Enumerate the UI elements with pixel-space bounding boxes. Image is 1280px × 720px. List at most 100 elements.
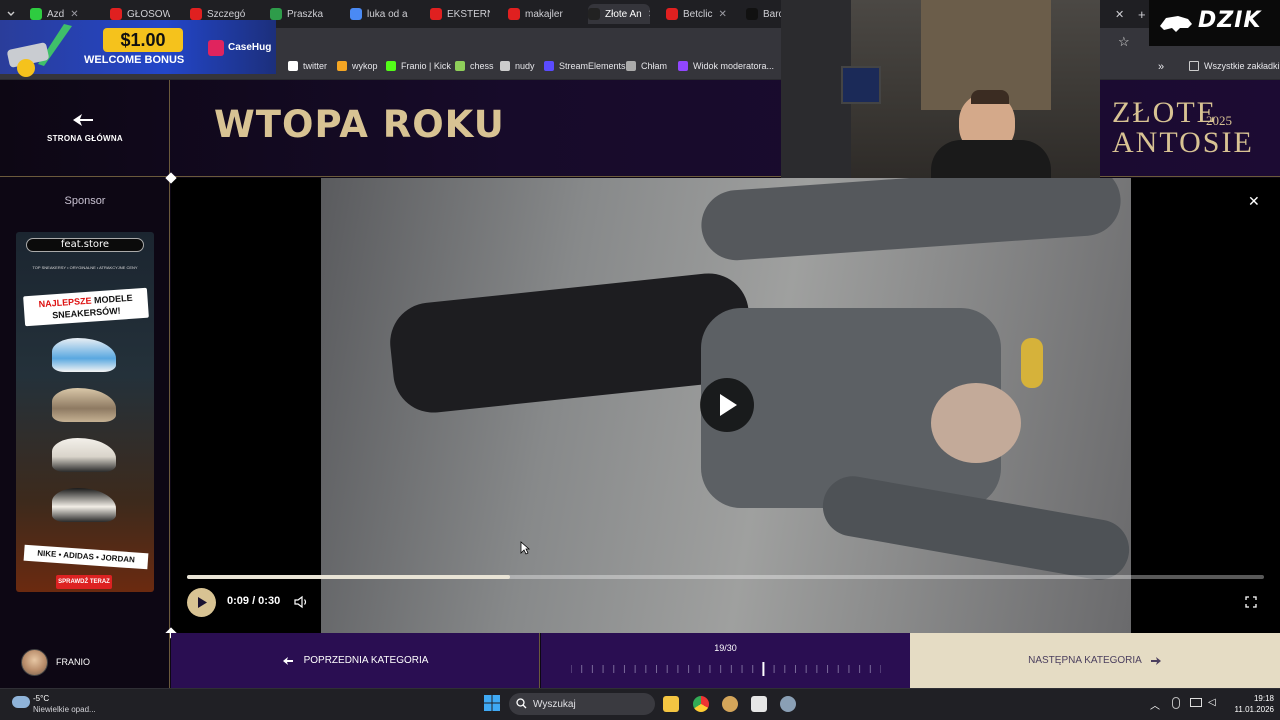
- all-bookmarks-button[interactable]: Wszystkie zakładki: [1189, 61, 1280, 71]
- tab-close-icon[interactable]: ✕: [70, 9, 78, 20]
- bookmark-item[interactable]: Widok moderatora...: [678, 61, 774, 71]
- previous-category-label: POPRZEDNIA KATEGORIA: [303, 655, 429, 666]
- weather-description[interactable]: Niewielkie opad...: [33, 705, 96, 714]
- bookmark-label: StreamElements: [559, 61, 626, 71]
- ad-headline: NAJLEPSZE MODELE SNEAKERSÓW!: [23, 287, 149, 327]
- tab-favicon-icon: [508, 8, 520, 20]
- tab-label: EKSTERN: [447, 8, 490, 20]
- tab-favicon-icon: [190, 8, 202, 20]
- tab-favicon-icon: [350, 8, 362, 20]
- globe-icon: [626, 61, 636, 71]
- time-display: 0:09 / 0:30: [227, 595, 281, 607]
- browser-tab[interactable]: makajler✕: [508, 4, 568, 24]
- chess-icon: [455, 61, 465, 71]
- play-button[interactable]: [187, 588, 216, 617]
- tab-favicon-icon: [746, 8, 758, 20]
- tab-close-icon[interactable]: ✕: [648, 9, 650, 20]
- kick-icon: [386, 61, 396, 71]
- tab-label: makajler: [525, 8, 563, 20]
- clock[interactable]: 19:18 11.01.2026: [1226, 693, 1274, 715]
- weather-cloud-icon[interactable]: [12, 696, 30, 708]
- browser-tab[interactable]: luka od a✕: [350, 4, 410, 24]
- video-progress-fill: [187, 575, 511, 579]
- bookmark-label: Chłam: [641, 61, 668, 71]
- bookmark-item[interactable]: twitter: [288, 61, 327, 71]
- browser-tab[interactable]: Barca: [746, 4, 786, 24]
- browser-tab[interactable]: Betclic ✕: [666, 4, 726, 24]
- sponsor-ad-banner[interactable]: feat.store TOP SNEAKERSY • ORYGINALNE • …: [16, 232, 154, 592]
- play-overlay-button[interactable]: [700, 378, 754, 432]
- avatar: [21, 649, 48, 676]
- close-tab-icon[interactable]: ✕: [1115, 4, 1127, 24]
- bookmark-label: nudy: [515, 61, 535, 71]
- knife-icon: [7, 24, 72, 77]
- weather-temperature[interactable]: -5°C: [33, 694, 49, 703]
- play-icon: [198, 597, 207, 608]
- clock-time: 19:18: [1253, 694, 1274, 703]
- close-icon[interactable]: ✕: [1248, 193, 1260, 210]
- app-icon-2[interactable]: [751, 696, 767, 712]
- previous-category-button[interactable]: POPRZEDNIA KATEGORIA: [171, 633, 540, 688]
- home-label[interactable]: STRONA GŁÓWNA: [0, 134, 170, 143]
- play-icon: [720, 394, 737, 416]
- app-icon[interactable]: [722, 696, 738, 712]
- logo-line1: ZŁOTE: [1112, 96, 1217, 129]
- network-icon[interactable]: [1190, 698, 1202, 707]
- video-yellow-object: [1021, 338, 1043, 388]
- tab-favicon-icon: [430, 8, 442, 20]
- shoe-image-beige: [52, 388, 116, 422]
- speaker-icon[interactable]: ◁: [1208, 697, 1216, 708]
- webcam-shirt: [931, 140, 1051, 178]
- bookmark-item[interactable]: chess: [455, 61, 494, 71]
- shoe-image-black: [52, 488, 116, 522]
- bonus-amount: $1.00: [103, 28, 183, 52]
- browser-tab[interactable]: Praszka ✕: [270, 4, 330, 24]
- sponsor-label: Sponsor: [64, 195, 106, 207]
- shoe-image-white: [52, 438, 116, 472]
- next-category-button[interactable]: NASTĘPNA KATEGORIA: [910, 633, 1280, 688]
- taskbar-search[interactable]: [509, 693, 655, 715]
- bookmark-item[interactable]: Franio | Kick: [386, 61, 451, 71]
- streamelements-icon: [544, 61, 554, 71]
- casehug-logo-text: CaseHug: [228, 42, 272, 53]
- streamer-webcam: [781, 0, 1100, 178]
- tab-label: Szczegó: [207, 8, 246, 20]
- bookmark-label: wykop: [352, 61, 378, 71]
- folder-icon: [1189, 61, 1199, 71]
- fullscreen-icon[interactable]: [1245, 596, 1257, 608]
- category-ticks: [571, 662, 881, 676]
- ad-cta-button[interactable]: SPRAWDŹ TERAZ: [56, 575, 112, 589]
- settings-icon[interactable]: [780, 696, 796, 712]
- bookmark-item[interactable]: StreamElements: [544, 61, 626, 71]
- microphone-icon[interactable]: [1172, 697, 1180, 709]
- video-figure-arm: [699, 178, 1123, 263]
- bookmark-item[interactable]: Chłam: [626, 61, 667, 71]
- tray-chevron-icon[interactable]: ︿: [1150, 697, 1160, 712]
- bookmarks-overflow-icon[interactable]: »: [1158, 61, 1164, 73]
- volume-icon[interactable]: [294, 595, 310, 609]
- windows-start-icon[interactable]: [484, 695, 500, 711]
- dzik-logo-text: DZIK: [1198, 8, 1262, 33]
- bookmark-item[interactable]: wykop: [337, 61, 378, 71]
- chrome-icon[interactable]: [693, 696, 709, 712]
- tab-favicon-icon: [588, 8, 600, 20]
- browser-tab[interactable]: EKSTERN✕: [430, 4, 490, 24]
- tab-label: GŁOSOW: [127, 8, 170, 20]
- tab-favicon-icon: [270, 8, 282, 20]
- search-placeholder[interactable]: Wyszukaj: [533, 699, 576, 710]
- tab-label: Betclic: [683, 8, 713, 20]
- tab-close-icon[interactable]: ✕: [718, 9, 726, 20]
- webcam-tv: [841, 66, 881, 104]
- twitch-icon: [678, 61, 688, 71]
- browser-tab[interactable]: Złote An ✕: [588, 4, 650, 24]
- bookmark-label: twitter: [303, 61, 328, 71]
- tab-close-icon[interactable]: ✕: [329, 9, 330, 20]
- casehug-logo-icon: [208, 40, 224, 56]
- file-explorer-icon[interactable]: [663, 696, 679, 712]
- bookmark-item[interactable]: nudy: [500, 61, 535, 71]
- arrow-left-icon[interactable]: [71, 112, 95, 128]
- tab-label: Praszka: [287, 8, 324, 20]
- bookmark-star-icon[interactable]: ☆: [1118, 34, 1130, 50]
- home-link[interactable]: [0, 80, 170, 177]
- tab-label: Azd: [47, 8, 65, 20]
